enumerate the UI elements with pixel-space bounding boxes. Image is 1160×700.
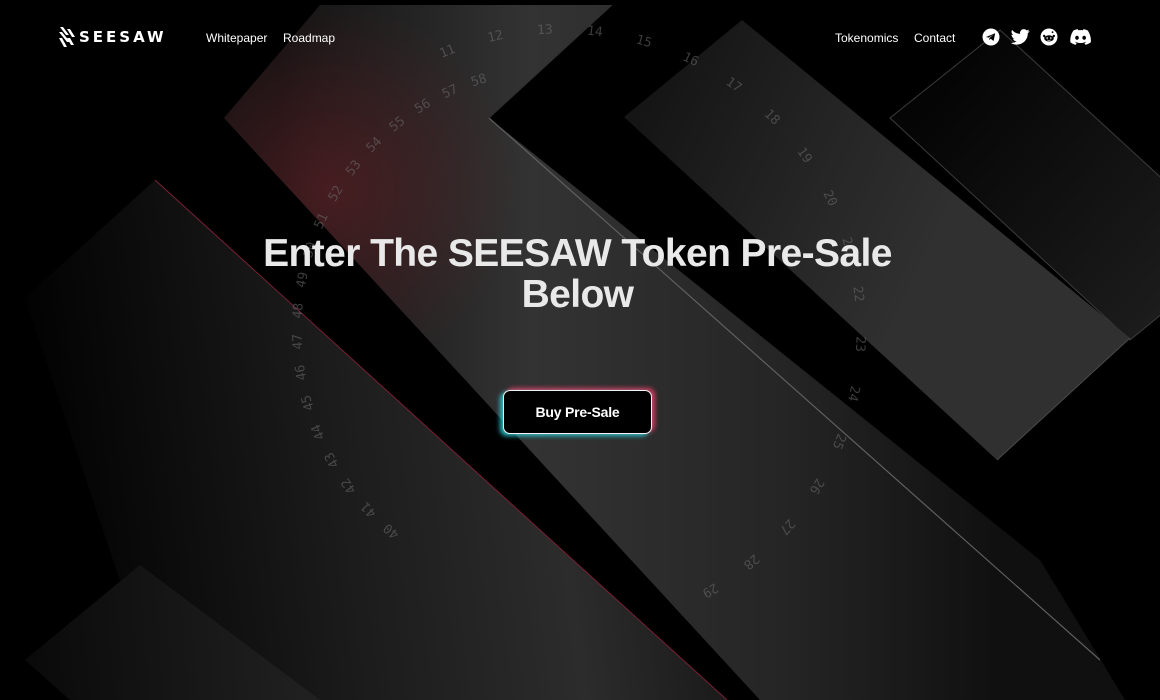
hero-title: Enter The SEESAW Token Pre-Sale Below xyxy=(0,233,1155,315)
discord-icon[interactable] xyxy=(1069,27,1091,47)
telegram-icon[interactable] xyxy=(981,27,1001,47)
buy-presale-button[interactable]: Buy Pre-Sale xyxy=(503,390,652,434)
top-navbar: SEESAW Whitepaper Roadmap Tokenomics Con… xyxy=(0,0,1160,76)
reddit-icon[interactable] xyxy=(1039,27,1059,47)
twitter-icon[interactable] xyxy=(1010,27,1030,47)
seesaw-logo-icon xyxy=(59,27,75,47)
nav-link-whitepaper[interactable]: Whitepaper xyxy=(206,31,267,45)
dial-number-47: 47 xyxy=(290,334,306,350)
dial-number-46: 46 xyxy=(293,364,310,382)
hero-title-line-2: Below xyxy=(521,273,634,316)
nav-link-tokenomics[interactable]: Tokenomics xyxy=(835,31,898,45)
nav-link-roadmap[interactable]: Roadmap xyxy=(283,31,335,45)
hero-title-line-1: Enter The SEESAW Token Pre-Sale xyxy=(263,232,892,275)
brand-name: SEESAW xyxy=(79,28,167,46)
dial-number-23: 23 xyxy=(852,336,868,352)
dial-number-24: 24 xyxy=(844,384,862,403)
nav-link-contact[interactable]: Contact xyxy=(914,31,955,45)
background-art: 40414243444546474849505152535455565758 1… xyxy=(25,4,1160,700)
brand-logo[interactable]: SEESAW xyxy=(58,26,167,48)
